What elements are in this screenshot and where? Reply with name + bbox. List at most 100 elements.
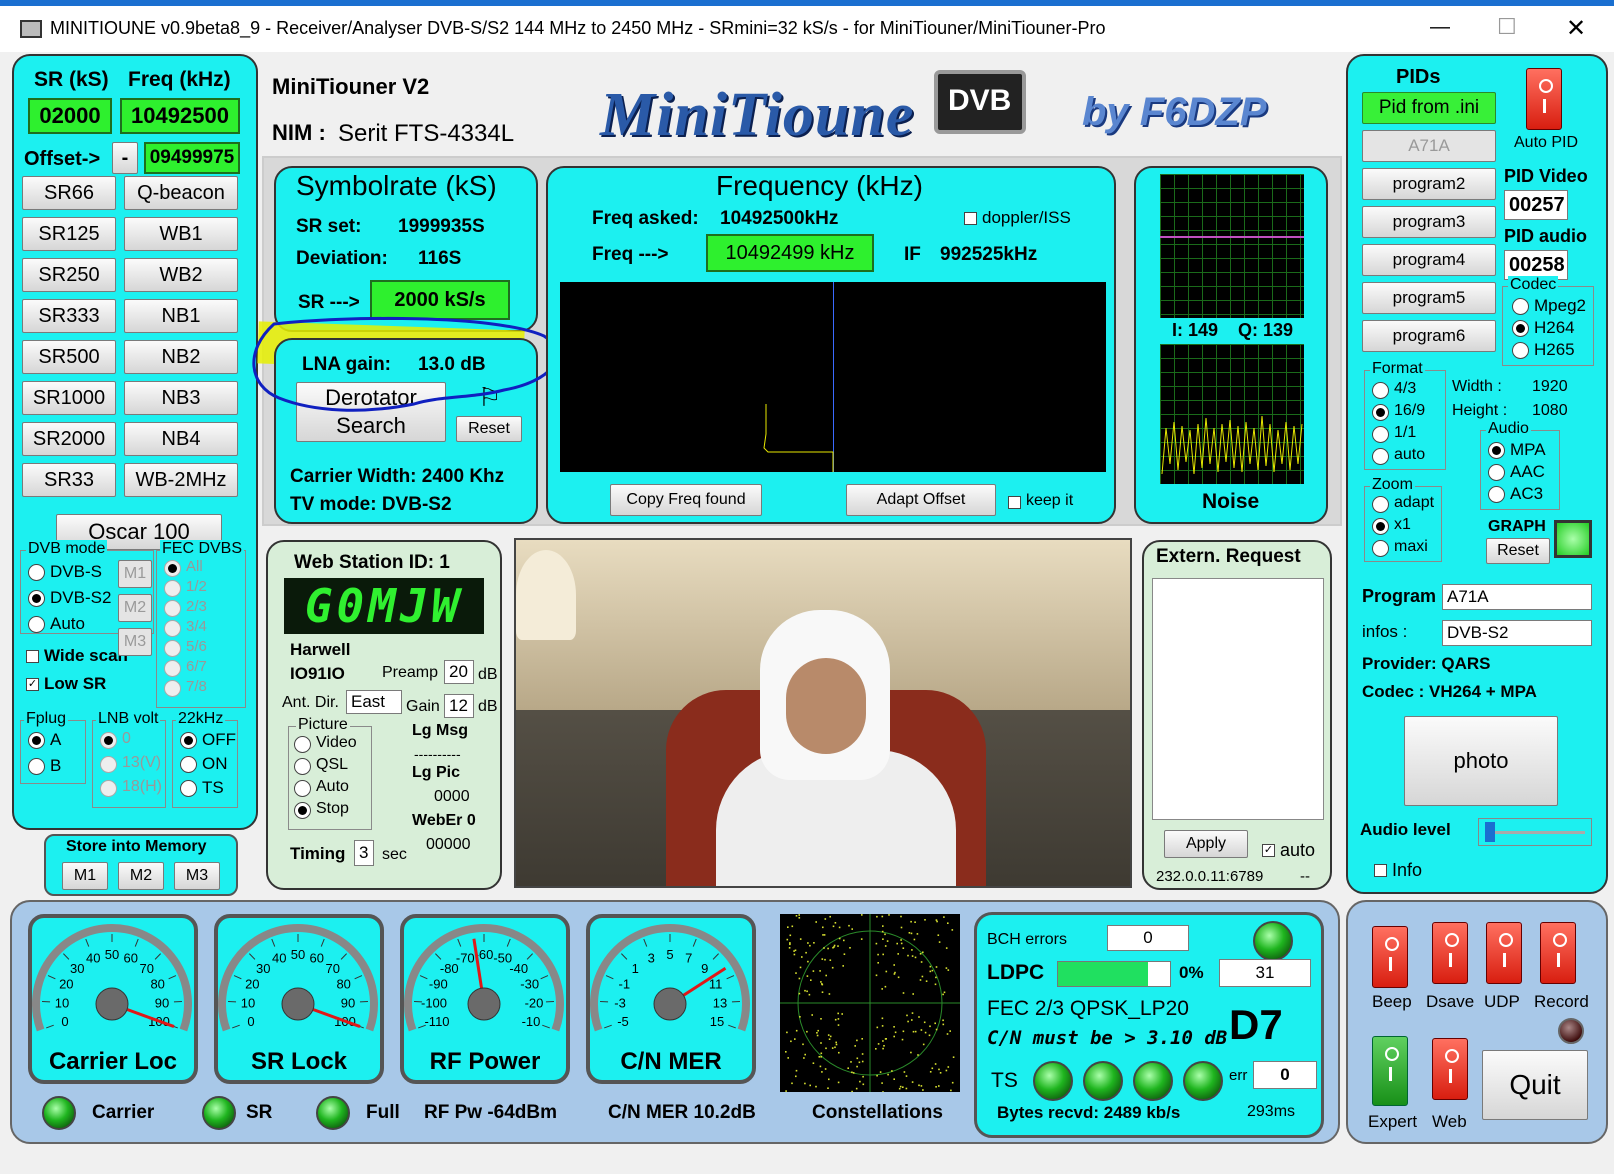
dsave-switch[interactable] bbox=[1432, 922, 1468, 984]
sr-button-sr333[interactable]: SR333 bbox=[22, 299, 116, 333]
timing-input[interactable]: 3 bbox=[354, 840, 374, 866]
khz22-radio-1[interactable] bbox=[180, 756, 197, 773]
dvb-mode-radio-1[interactable] bbox=[28, 590, 45, 607]
format-radio-3[interactable] bbox=[1372, 448, 1389, 465]
pid-video-input[interactable]: 00257 bbox=[1504, 190, 1568, 220]
fec-radio-4[interactable] bbox=[164, 640, 181, 657]
a71a-button[interactable]: A71A bbox=[1362, 130, 1496, 162]
band-button-q-beacon[interactable]: Q-beacon bbox=[124, 176, 238, 210]
memory-recall-m1[interactable]: M1 bbox=[118, 560, 152, 588]
pid-from-ini-button[interactable]: Pid from .ini bbox=[1362, 92, 1496, 124]
dvb-mode-radio-0[interactable] bbox=[28, 564, 45, 581]
sr-button-sr1000[interactable]: SR1000 bbox=[22, 381, 116, 415]
fec-radio-6[interactable] bbox=[164, 680, 181, 697]
program-button-5[interactable]: program5 bbox=[1362, 282, 1496, 314]
format-radio-0[interactable] bbox=[1372, 382, 1389, 399]
offset-sign-button[interactable]: - bbox=[112, 142, 138, 174]
record-switch[interactable] bbox=[1540, 922, 1576, 984]
fec-radio-1[interactable] bbox=[164, 580, 181, 597]
info-checkbox[interactable] bbox=[1374, 864, 1387, 877]
store-memory-m1[interactable]: M1 bbox=[62, 862, 108, 890]
sr-button-sr125[interactable]: SR125 bbox=[22, 217, 116, 251]
zoom-radio-1[interactable] bbox=[1372, 518, 1389, 535]
audio-radio-2[interactable] bbox=[1488, 486, 1505, 503]
web-switch[interactable] bbox=[1432, 1038, 1468, 1100]
extern-request-list[interactable] bbox=[1152, 578, 1324, 820]
band-button-nb4[interactable]: NB4 bbox=[124, 422, 238, 456]
lnb-radio-2[interactable] bbox=[100, 780, 117, 797]
graph-reset-button[interactable]: Reset bbox=[1486, 538, 1550, 564]
fplug-radio-0[interactable] bbox=[28, 732, 45, 749]
program-button-6[interactable]: program6 bbox=[1362, 320, 1496, 352]
auto-checkbox[interactable]: ✓ bbox=[1262, 844, 1275, 857]
quit-button[interactable]: Quit bbox=[1482, 1050, 1588, 1120]
sr-button-sr2000[interactable]: SR2000 bbox=[22, 422, 116, 456]
picture-radio-2[interactable] bbox=[294, 780, 311, 797]
copy-freq-button[interactable]: Copy Freq found bbox=[610, 484, 762, 516]
apply-button[interactable]: Apply bbox=[1164, 830, 1248, 858]
memory-recall-m2[interactable]: M2 bbox=[118, 594, 152, 622]
dvb-mode-radio-2[interactable] bbox=[28, 616, 45, 633]
infos-input[interactable]: DVB-S2 bbox=[1442, 620, 1592, 646]
sr-button-sr66[interactable]: SR66 bbox=[22, 176, 116, 210]
lnb-radio-1[interactable] bbox=[100, 756, 117, 773]
udp-switch[interactable] bbox=[1486, 922, 1522, 984]
preamp-input[interactable]: 20 bbox=[444, 660, 474, 684]
keep-it-checkbox[interactable] bbox=[1008, 496, 1021, 509]
picture-radio-1[interactable] bbox=[294, 758, 311, 775]
band-button-nb2[interactable]: NB2 bbox=[124, 340, 238, 374]
program-button-3[interactable]: program3 bbox=[1362, 206, 1496, 238]
band-button-nb1[interactable]: NB1 bbox=[124, 299, 238, 333]
maximize-button[interactable]: ☐ bbox=[1497, 14, 1517, 40]
program-input[interactable]: A71A bbox=[1442, 584, 1592, 610]
band-button-nb3[interactable]: NB3 bbox=[124, 381, 238, 415]
codec-radio-0[interactable] bbox=[1512, 298, 1529, 315]
audio-radio-0[interactable] bbox=[1488, 442, 1505, 459]
expert-switch[interactable] bbox=[1372, 1036, 1408, 1106]
gain-input[interactable]: 12 bbox=[444, 694, 474, 718]
adapt-offset-button[interactable]: Adapt Offset bbox=[846, 484, 996, 516]
auto-pid-switch[interactable] bbox=[1526, 68, 1562, 130]
offset-input[interactable]: 09499975 bbox=[144, 142, 240, 174]
band-button-wb2[interactable]: WB2 bbox=[124, 258, 238, 292]
sr-button-sr33[interactable]: SR33 bbox=[22, 463, 116, 497]
sr-button-sr250[interactable]: SR250 bbox=[22, 258, 116, 292]
format-radio-1[interactable] bbox=[1372, 404, 1389, 421]
zoom-radio-2[interactable] bbox=[1372, 540, 1389, 557]
beep-switch[interactable] bbox=[1372, 926, 1408, 988]
photo-button[interactable]: photo bbox=[1404, 716, 1558, 806]
audio-level-thumb[interactable] bbox=[1485, 822, 1495, 842]
program-button-2[interactable]: program2 bbox=[1362, 168, 1496, 200]
picture-radio-3[interactable] bbox=[294, 802, 311, 819]
audio-level-slider[interactable] bbox=[1478, 818, 1592, 846]
minimize-button[interactable]: — bbox=[1430, 16, 1450, 39]
wide-scan-checkbox[interactable] bbox=[26, 650, 39, 663]
close-button[interactable]: ✕ bbox=[1566, 14, 1586, 43]
band-button-wb1[interactable]: WB1 bbox=[124, 217, 238, 251]
program-button-4[interactable]: program4 bbox=[1362, 244, 1496, 276]
fec-radio-2[interactable] bbox=[164, 600, 181, 617]
fec-radio-5[interactable] bbox=[164, 660, 181, 677]
sr-input[interactable]: 02000 bbox=[28, 98, 112, 134]
ant-dir-input[interactable]: East bbox=[346, 690, 402, 714]
store-memory-m2[interactable]: M2 bbox=[118, 862, 164, 890]
doppler-checkbox[interactable] bbox=[964, 212, 977, 225]
codec-radio-1[interactable] bbox=[1512, 320, 1529, 337]
picture-radio-0[interactable] bbox=[294, 736, 311, 753]
band-button-wb-2mhz[interactable]: WB-2MHz bbox=[124, 463, 238, 497]
audio-radio-1[interactable] bbox=[1488, 464, 1505, 481]
codec-radio-2[interactable] bbox=[1512, 342, 1529, 359]
fec-radio-0[interactable] bbox=[164, 560, 181, 577]
memory-recall-m3[interactable]: M3 bbox=[118, 628, 152, 656]
freq-input[interactable]: 10492500 bbox=[120, 98, 240, 134]
sr-button-sr500[interactable]: SR500 bbox=[22, 340, 116, 374]
low-sr-checkbox[interactable]: ✓ bbox=[26, 678, 39, 691]
khz22-radio-2[interactable] bbox=[180, 780, 197, 797]
fplug-radio-1[interactable] bbox=[28, 758, 45, 775]
fec-radio-3[interactable] bbox=[164, 620, 181, 637]
khz22-radio-0[interactable] bbox=[180, 732, 197, 749]
store-memory-m3[interactable]: M3 bbox=[174, 862, 220, 890]
zoom-radio-0[interactable] bbox=[1372, 496, 1389, 513]
lnb-radio-0[interactable] bbox=[100, 732, 117, 749]
format-radio-2[interactable] bbox=[1372, 426, 1389, 443]
